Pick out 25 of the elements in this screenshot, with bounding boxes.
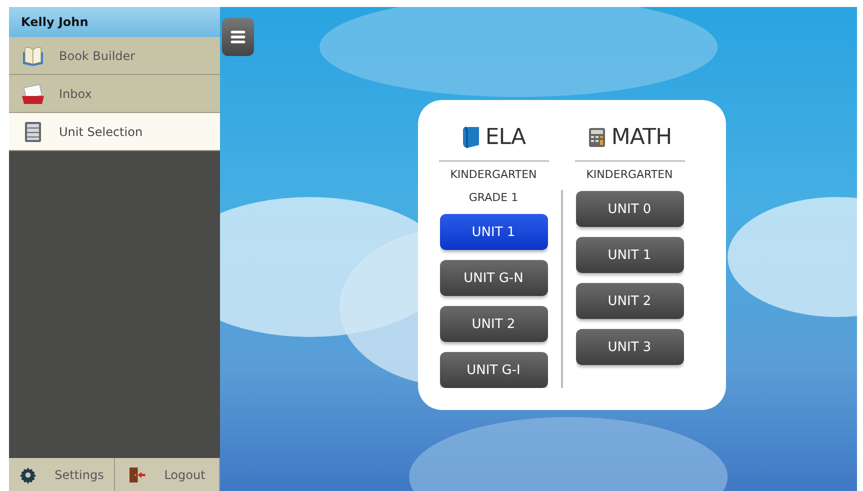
grade-label: GRADE 1 (468, 191, 518, 204)
unit-button[interactable]: UNIT G-I (440, 352, 548, 388)
unit-button[interactable]: UNIT 2 (440, 306, 548, 342)
door-icon (128, 466, 146, 484)
book-icon (461, 125, 482, 149)
unit-button[interactable]: UNIT 0 (576, 191, 684, 227)
unit-button[interactable]: UNIT G-N (440, 260, 548, 296)
footer-button[interactable]: Settings (9, 458, 114, 491)
menu-button[interactable] (222, 18, 254, 56)
nav-item[interactable]: Unit Selection (9, 113, 220, 151)
envelope-icon (21, 82, 45, 106)
menu-icon (229, 28, 247, 46)
unit-button[interactable]: UNIT 1 (440, 214, 548, 250)
nav-item[interactable]: Book Builder (9, 37, 220, 75)
subject-title: MATH (611, 124, 672, 150)
user-name: Kelly John (21, 15, 88, 29)
subject-title: ELA (485, 124, 526, 150)
grade-label: KINDERGARTEN (450, 168, 537, 181)
unit-button[interactable]: UNIT 2 (576, 283, 684, 319)
settings-icon (18, 466, 37, 484)
unit-button[interactable]: UNIT 1 (576, 237, 684, 273)
calculator-icon (587, 125, 608, 149)
grade-label: KINDERGARTEN (586, 168, 673, 181)
unit-button[interactable]: UNIT 3 (576, 329, 684, 365)
nav-item[interactable]: Inbox (9, 75, 220, 113)
